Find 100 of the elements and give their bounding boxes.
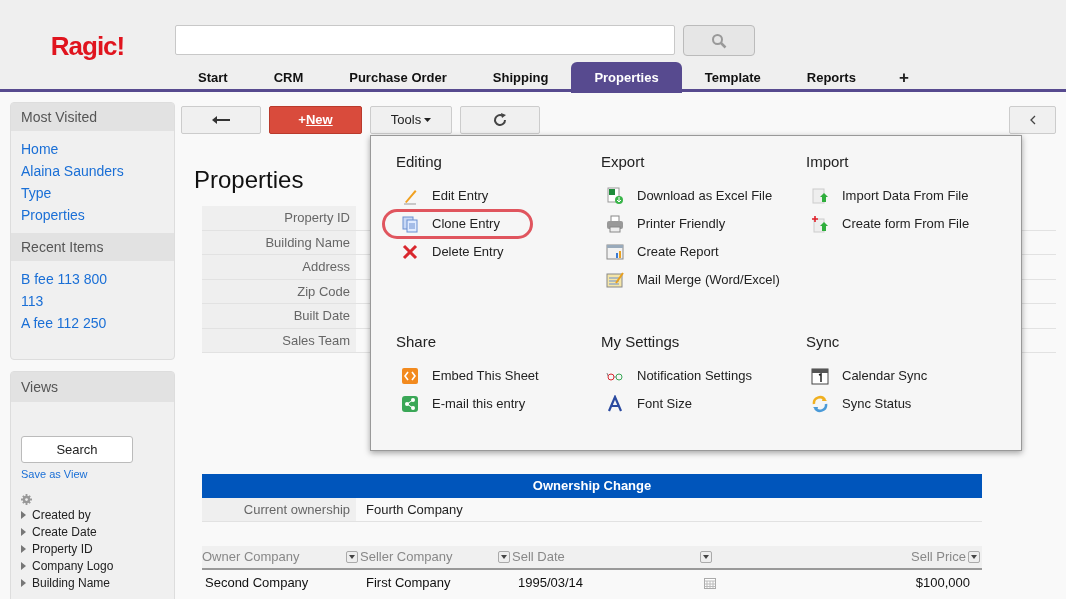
column-header: Sell Price xyxy=(911,548,966,567)
menu-item[interactable]: Clone Entry xyxy=(382,209,533,239)
menu-item[interactable]: Sync Status xyxy=(792,389,945,419)
font-letter-icon xyxy=(606,395,624,413)
cross-icon xyxy=(401,243,419,261)
menu-item[interactable]: Create Report xyxy=(587,237,752,267)
new-button[interactable]: +New xyxy=(269,106,362,134)
menu-item[interactable]: E-mail this entry xyxy=(382,389,559,419)
triangle-icon xyxy=(21,579,26,587)
triangle-icon xyxy=(21,562,26,570)
view-field-item[interactable]: Create Date xyxy=(21,523,174,541)
section-header: Ownership Change xyxy=(202,474,982,498)
sidebar-link[interactable]: Alaina Saunders xyxy=(21,161,124,179)
field-label: Property ID xyxy=(202,206,356,230)
field-label: Zip Code xyxy=(202,279,356,303)
view-field-item[interactable]: Created by xyxy=(21,506,174,524)
nav-tab[interactable]: Start xyxy=(175,62,251,93)
dropdown-toggle[interactable] xyxy=(498,551,510,563)
file-add-icon xyxy=(811,215,829,233)
column-header: Seller Company xyxy=(360,548,453,567)
nav-tab[interactable]: Template xyxy=(681,62,784,93)
save-as-view-link[interactable]: Save as View xyxy=(21,466,88,483)
field-label: Sales Team xyxy=(202,328,356,352)
menu-section-title: Editing xyxy=(396,152,443,171)
menu-section-title: My Settings xyxy=(601,332,681,351)
menu-item[interactable]: Notification Settings xyxy=(587,361,785,391)
dropdown-toggle[interactable] xyxy=(700,551,712,563)
caret-icon xyxy=(424,118,432,122)
view-field-item[interactable]: Building Name xyxy=(21,574,174,592)
nav-tab[interactable]: Reports xyxy=(783,62,879,93)
menu-item[interactable]: Edit Entry xyxy=(382,181,522,211)
printer-icon xyxy=(606,215,624,233)
file-upload-icon xyxy=(811,187,829,205)
view-field-item[interactable]: Property ID xyxy=(21,540,174,558)
field-label: Building Name xyxy=(202,230,356,254)
caret-icon xyxy=(703,555,709,559)
field-value: Fourth Company xyxy=(365,501,463,519)
nav-tab[interactable]: Purchase Order xyxy=(326,62,470,93)
code-icon xyxy=(401,367,419,385)
field-label: Built Date xyxy=(202,304,356,328)
triangle-icon xyxy=(21,511,26,519)
menu-item[interactable]: Calendar Sync xyxy=(792,361,961,391)
menu-section-title: Export xyxy=(601,152,646,171)
sidebar-link[interactable]: Properties xyxy=(21,205,85,223)
menu-item[interactable]: Embed This Sheet xyxy=(382,361,572,391)
dropdown-toggle[interactable] xyxy=(346,551,358,563)
triangle-icon xyxy=(21,528,26,536)
menu-item[interactable]: Printer Friendly xyxy=(587,209,759,239)
page-title: Properties xyxy=(194,166,305,194)
menu-item[interactable]: Create form From File xyxy=(792,209,1003,239)
triangle-icon xyxy=(21,545,26,553)
menu-section-title: Sync xyxy=(806,332,841,351)
report-chart-icon xyxy=(606,243,624,261)
search-views-button[interactable]: Search xyxy=(21,436,133,463)
add-tab-button[interactable]: + xyxy=(878,62,929,93)
sidebar-link[interactable]: 113 xyxy=(21,291,44,309)
sidebar-heading: Recent Items xyxy=(11,233,174,261)
calendar-icon[interactable] xyxy=(704,577,716,589)
menu-section-title: Import xyxy=(806,152,850,171)
sidebar-link[interactable]: A fee 112 250 xyxy=(21,313,107,331)
search-field[interactable] xyxy=(175,25,675,55)
menu-item[interactable]: Mail Merge (Word/Excel) xyxy=(587,265,813,295)
sidebar-link[interactable]: Type xyxy=(21,183,52,201)
field-label: Address xyxy=(202,255,356,279)
refresh-button[interactable] xyxy=(460,106,540,134)
caret-icon xyxy=(971,555,977,559)
spreadsheet-download-icon xyxy=(606,187,624,205)
menu-item[interactable]: Delete Entry xyxy=(382,237,537,267)
views-heading: Views xyxy=(11,372,174,402)
arrow-left-icon xyxy=(212,116,230,124)
table-cell-text: $100,000 xyxy=(914,574,971,593)
table-cell-text: Second Company xyxy=(204,574,310,593)
calendar-icon xyxy=(811,367,829,385)
field-label: Current ownership xyxy=(202,498,356,521)
table-cell-text: 1995/03/14 xyxy=(518,574,585,593)
sync-icon xyxy=(811,395,829,413)
gear-icon[interactable] xyxy=(21,493,32,505)
dropdown-toggle[interactable] xyxy=(968,551,980,563)
back-button[interactable] xyxy=(181,106,261,134)
pencil-icon xyxy=(401,187,419,205)
logo[interactable]: Ragic! xyxy=(50,27,125,59)
nav-tab[interactable]: CRM xyxy=(250,62,327,93)
glasses-icon xyxy=(606,371,624,381)
search-icon xyxy=(711,32,727,49)
column-header: Owner Company xyxy=(202,548,300,567)
form-edit-icon xyxy=(606,271,624,289)
nav-tab[interactable]: Properties xyxy=(571,62,682,93)
menu-item[interactable]: Font Size xyxy=(587,389,725,419)
refresh-icon xyxy=(493,113,507,127)
tools-button[interactable]: Tools xyxy=(370,106,452,134)
view-field-item[interactable]: Company Logo xyxy=(21,557,174,575)
caret-icon xyxy=(349,555,355,559)
search-button[interactable] xyxy=(683,25,755,56)
column-header: Sell Date xyxy=(512,548,565,567)
sidebar-heading: Most Visited xyxy=(11,103,174,131)
table-cell-text: First Company xyxy=(366,574,452,593)
caret-icon xyxy=(501,555,507,559)
sidebar-link[interactable]: Home xyxy=(21,139,59,157)
sidebar-link[interactable]: B fee 113 800 xyxy=(21,269,108,287)
nav-tab[interactable]: Shipping xyxy=(469,62,572,93)
